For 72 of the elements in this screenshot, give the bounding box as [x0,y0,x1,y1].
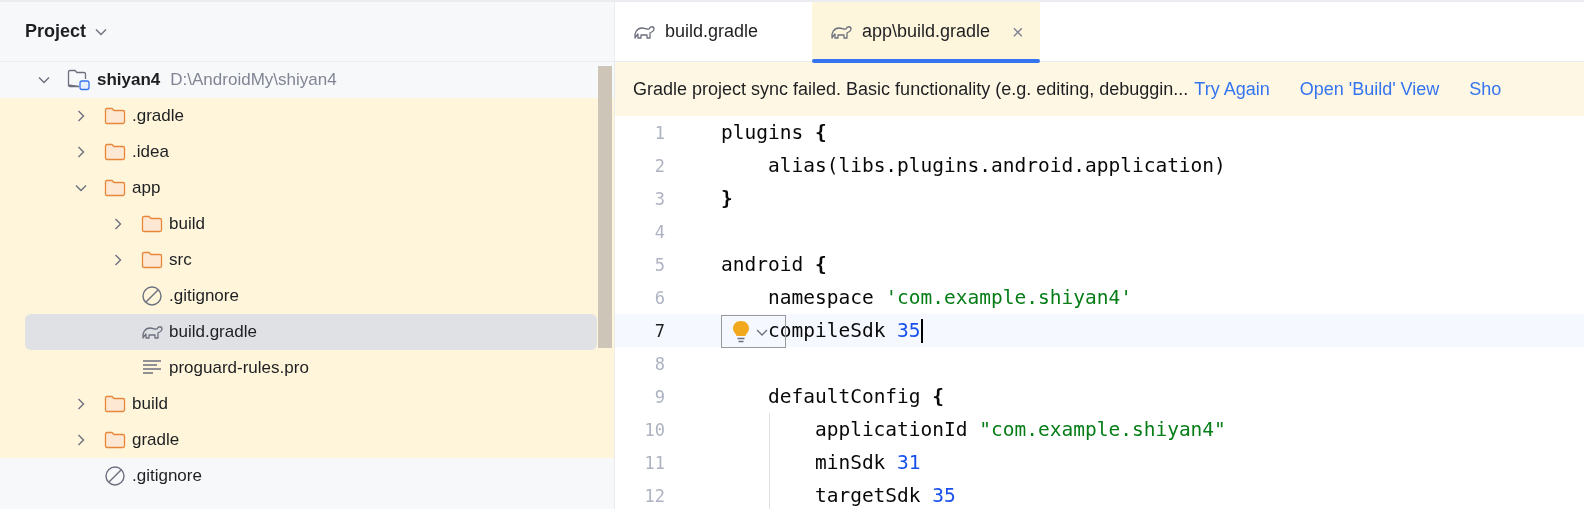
banner-message: Gradle project sync failed. Basic functionality (e.g. editing, debuggin... [633,77,1189,101]
tree-item[interactable]: .gradle [25,98,597,134]
tree-item[interactable]: .idea [25,134,597,170]
line-number: 9 [653,386,665,407]
code-line: targetSdk 35 [814,485,956,506]
item-label: build [132,393,168,416]
code-line: applicationId "com.example.shiyan4" [814,419,1226,440]
line-number: 3 [653,188,665,209]
tab-label: app\build.gradle [862,20,991,43]
banner-link[interactable]: Try Again [1194,75,1270,103]
line-number: 7 [653,320,665,341]
tree-item[interactable]: gradle [25,422,597,458]
item-label: .idea [132,141,169,164]
tree-item[interactable]: app [25,170,597,206]
line-number: 11 [643,452,665,473]
banner-link[interactable]: Open 'Build' View [1299,75,1440,103]
item-label: app [132,177,161,200]
close-button[interactable]: × [1012,16,1024,47]
folder-icon [141,251,163,269]
module-folder-icon [67,69,91,91]
tree-item[interactable]: .gitignore [25,278,597,314]
lightbulb-icon [732,319,750,344]
banner-link[interactable]: Sho [1469,75,1502,103]
line-number: 2 [653,155,665,176]
code-line: compileSdk 35 [767,320,921,341]
code-line: defaultConfig { [767,386,945,407]
tree-item[interactable]: shiyan4 D:\AndroidMy\shiyan4 [25,62,597,98]
tree-item[interactable]: proguard-rules.pro [25,350,597,386]
folder-icon [104,395,126,413]
item-label: src [169,249,192,272]
line-number: 6 [653,287,665,308]
editor-tab[interactable]: build.gradle [615,2,812,61]
tree-item[interactable]: .gitignore [25,458,597,494]
line-number: 8 [653,353,665,374]
item-label: build [169,213,205,236]
tree-item[interactable]: build [25,206,597,242]
text-file-icon [141,359,163,377]
item-label: shiyan4 [97,69,161,92]
item-label: .gitignore [169,285,239,308]
item-path: D:\AndroidMy\shiyan4 [170,69,337,92]
code-line: plugins { [721,122,827,143]
line-number: 10 [643,419,665,440]
folder-icon [104,431,126,449]
editor-tab[interactable]: app\build.gradle × [812,2,1040,61]
folder-icon [104,143,126,161]
item-label: proguard-rules.pro [169,357,309,380]
tree-item[interactable]: build.gradle [25,314,597,350]
code-line: } [721,188,733,209]
tab-label: build.gradle [665,20,759,43]
line-number: 4 [653,221,665,242]
code-line: alias(libs.plugins.android.application) [767,155,1226,176]
prohibited-icon [141,285,163,307]
code-line: namespace 'com.example.shiyan4' [767,287,1132,308]
folder-icon [104,107,126,125]
line-number: 1 [653,122,665,143]
item-label: build.gradle [169,321,257,344]
folder-icon [141,215,163,233]
item-label: .gradle [132,105,184,128]
panel-title[interactable]: Project [25,18,87,45]
text-cursor [920,318,923,343]
line-number: 12 [643,485,665,506]
elephant-icon [141,323,163,341]
folder-icon [104,179,126,197]
line-number: 5 [653,254,665,275]
item-label: .gitignore [132,465,202,488]
code-line: minSdk 31 [814,452,921,473]
prohibited-icon [104,465,126,487]
tree-item[interactable]: build [25,386,597,422]
code-line: android { [721,254,827,275]
scrollbar[interactable] [598,66,612,348]
tree-item[interactable]: src [25,242,597,278]
item-label: gradle [132,429,180,452]
